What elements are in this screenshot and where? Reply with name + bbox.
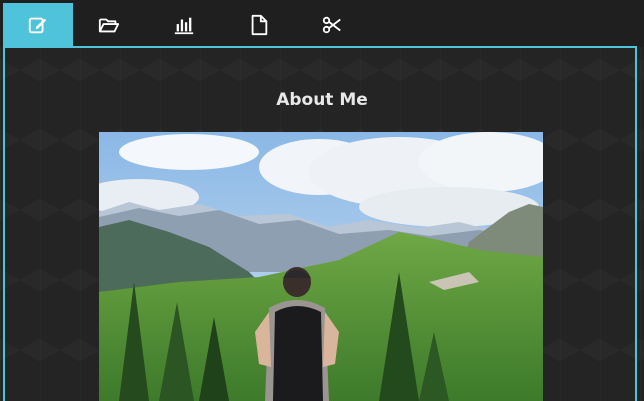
scissors-icon	[322, 16, 341, 34]
app-window: About Me	[0, 0, 644, 401]
tab-new-file[interactable]	[224, 3, 294, 47]
file-icon	[251, 14, 268, 36]
bar-chart-icon	[174, 17, 194, 35]
edit-icon	[28, 17, 47, 34]
folder-open-icon	[98, 18, 120, 33]
toolbar-tabs	[0, 0, 644, 47]
profile-photo	[99, 132, 543, 401]
tab-cut[interactable]	[297, 3, 367, 47]
tab-stats[interactable]	[149, 3, 219, 47]
tab-edit[interactable]	[3, 3, 73, 47]
landscape-photo	[99, 132, 543, 401]
tab-open[interactable]	[74, 3, 144, 47]
page-title: About Me	[276, 90, 368, 110]
